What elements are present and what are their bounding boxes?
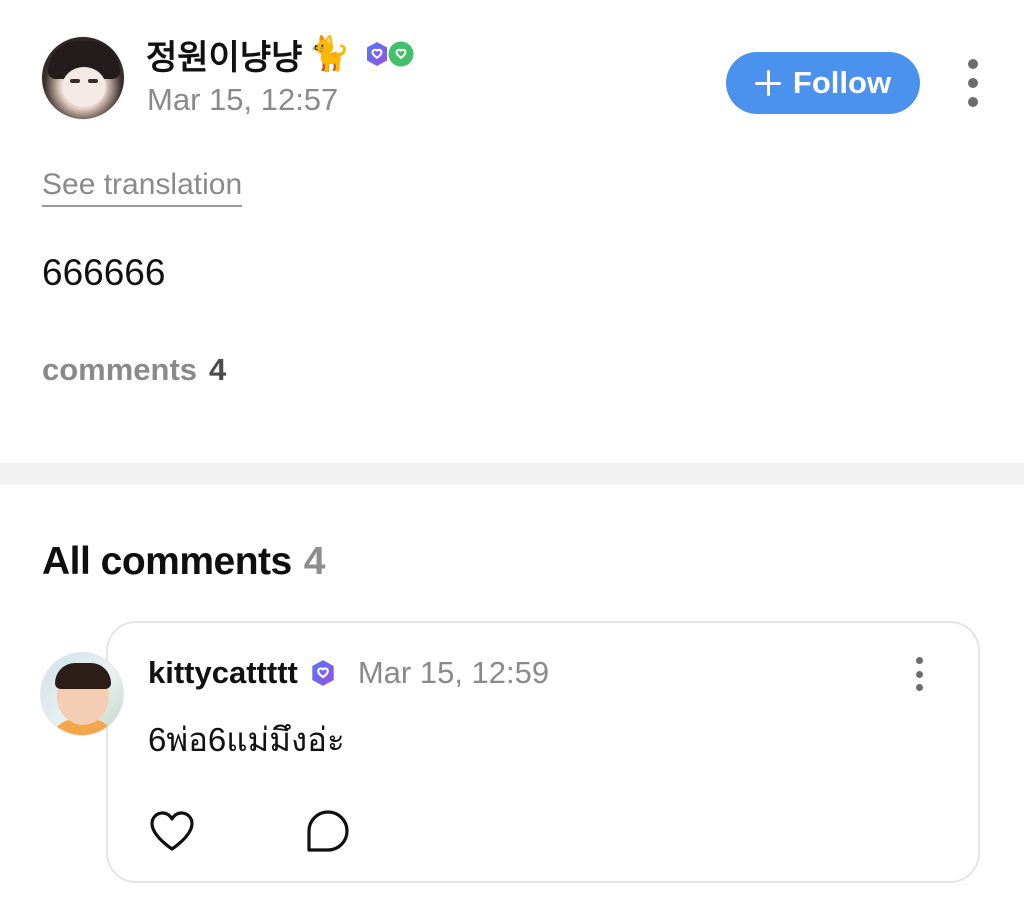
comment-more-icon[interactable]	[912, 657, 926, 691]
verified-heart-icon	[388, 41, 414, 67]
comment-timestamp: Mar 15, 12:59	[357, 655, 550, 690]
author-name-row: 정원이냥냥 🐈	[146, 30, 415, 78]
follow-label: Follow	[792, 65, 892, 100]
badge-group	[363, 40, 415, 68]
comment-header: kittycattttt Mar 15, 12:59	[148, 651, 549, 695]
section-divider	[0, 463, 1024, 485]
comment-actions	[148, 807, 352, 855]
author-name[interactable]: 정원이냥냥	[146, 30, 302, 79]
comment-text: 6พ่อ6แม่มึงอ่ะ	[148, 721, 345, 758]
comments-count[interactable]: comments 4	[42, 352, 226, 388]
verified-shield-icon	[312, 660, 334, 686]
comment-author-avatar[interactable]	[40, 652, 124, 736]
more-options-icon[interactable]	[963, 59, 983, 107]
author-avatar[interactable]	[41, 36, 125, 120]
all-comments-heading: All comments 4	[42, 540, 325, 584]
all-comments-count: 4	[303, 540, 326, 583]
reply-button[interactable]	[304, 807, 352, 855]
follow-button[interactable]: Follow	[726, 52, 920, 114]
post: 정원이냥냥 🐈 Mar 15, 12:57 Follow See transla…	[0, 0, 1024, 462]
comments-number: 4	[209, 352, 227, 387]
post-body: 666666	[42, 252, 166, 293]
plus-icon	[754, 70, 781, 96]
comment-card: kittycattttt Mar 15, 12:59 6พ่อ6แม่มึงอ่…	[106, 621, 980, 883]
comment-bubble-icon	[307, 810, 349, 852]
like-button[interactable]	[148, 807, 196, 855]
cat-emoji: 🐈	[308, 35, 351, 73]
post-timestamp: Mar 15, 12:57	[147, 82, 339, 117]
all-comments-title: All comments	[42, 540, 292, 583]
comment-author[interactable]: kittycattttt	[148, 655, 298, 691]
see-translation-link[interactable]: See translation	[42, 168, 243, 207]
comments-label: comments	[42, 352, 198, 387]
heart-icon	[150, 811, 194, 851]
